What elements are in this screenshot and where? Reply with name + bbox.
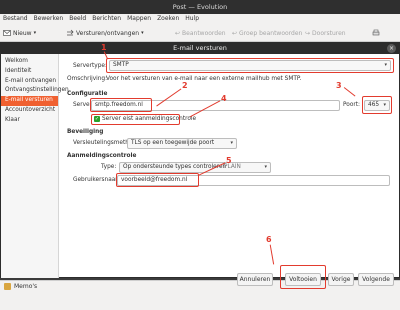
menu-search[interactable]: Zoeken [157,14,179,24]
auth-required-checkbox[interactable]: ✓ [94,116,100,122]
sidebar-item-receiving-options[interactable]: Ontvangstinstellingen [1,86,69,96]
memos-item[interactable]: Memo's [4,283,37,290]
dialog-content: Servertype: SMTP ▾ Omschrijving: Voor he… [63,43,397,289]
menu-folders[interactable]: Mappen [127,14,151,24]
chevron-down-icon: ▾ [383,102,386,108]
forward-button[interactable]: ↪ Doorsturen [305,27,346,39]
port-value: 465 [368,102,380,108]
memos-label: Memo's [14,283,38,290]
memo-icon [4,283,11,290]
description-label: Omschrijving: [67,76,108,82]
chevron-down-icon: ▾ [230,140,233,146]
chevron-down-icon: ▾ [33,30,37,36]
auth-type-select[interactable]: Op ondersteunde types controleren PLAIN … [119,162,271,173]
sidebar-item-summary[interactable]: Accountoverzicht [1,106,58,116]
send-receive-label: Versturen/ontvangen [76,29,140,37]
menu-edit[interactable]: Bewerken [34,14,64,24]
chevron-down-icon: ▾ [384,62,387,68]
print-button[interactable] [372,27,380,39]
encryption-select[interactable]: TLS op een toegewijde poort ▾ [127,138,237,149]
next-button[interactable]: Volgende [358,273,394,286]
annotation-number-5: 5 [226,156,232,165]
send-mail-dialog: E-mail versturen × Welkom Identiteit E-m… [0,42,400,289]
sidebar-item-done[interactable]: Klaar [1,116,58,126]
annotation-number-2: 2 [182,81,188,90]
print-icon [372,29,380,36]
port-label: Poort: [343,102,360,108]
new-button-label: Nieuw [13,29,32,37]
sidebar-item-identity[interactable]: Identiteit [1,67,58,77]
port-combo[interactable]: 465 ▾ [364,100,390,111]
new-button[interactable]: Nieuw ▾ [3,27,36,39]
chevron-down-icon: ▾ [141,30,144,36]
menu-help[interactable]: Hulp [185,14,199,24]
server-value: smtp.freedom.nl [95,102,143,108]
auth-type-value: Op ondersteunde types controleren [123,164,227,170]
server-type-select[interactable]: SMTP ▾ [109,60,391,71]
username-label: Gebruikersnaam: [73,177,123,183]
sidebar-item-welcome[interactable]: Welkom [1,57,58,67]
authentication-heading: Aanmeldingscontrole [67,153,137,159]
dialog-title: E-mail versturen [1,43,399,54]
cancel-button[interactable]: Annuleren [237,273,273,286]
annotation-number-3: 3 [336,81,342,90]
menu-messages[interactable]: Berichten [92,14,121,24]
reply-icon: ↩ [175,29,181,37]
reply-all-icon: ↩ [232,29,238,37]
auth-required-label: Server eist aanmeldingscontrole [102,116,197,122]
previous-button[interactable]: Vorige [328,273,354,286]
new-mail-icon [3,30,11,36]
forward-icon: ↪ [305,29,311,37]
description-text: Voor het versturen van e-mail naar een e… [106,76,302,82]
menu-file[interactable]: Bestand [3,14,28,24]
chevron-down-icon: ▾ [264,164,267,170]
encryption-value: TLS op een toegewijde poort [131,140,215,146]
annotation-line-3 [343,87,356,97]
send-receive-icon [67,29,74,36]
configuration-heading: Configuratie [67,91,108,97]
reply-group-label: Groep beantwoorden [239,29,303,37]
close-icon[interactable]: × [387,44,396,53]
reply-group-button[interactable]: ↩ Groep beantwoorden [232,27,302,39]
security-heading: Beveiliging [67,129,104,135]
annotation-number-6: 6 [266,235,272,244]
menu-bar: Bestand Bewerken Beeld Berichten Mappen … [0,14,400,24]
menu-view[interactable]: Beeld [69,14,86,24]
sidebar-item-sending[interactable]: E-mail versturen [1,96,58,106]
server-type-label: Servertype: [73,63,107,69]
send-receive-button[interactable]: Versturen/ontvangen ▾ [66,27,144,39]
finish-button[interactable]: Voltooien [285,273,321,286]
username-value: voorbeeld@freedom.nl [121,177,188,183]
annotation-number-4: 4 [221,94,227,103]
sidebar-item-receiving[interactable]: E-mail ontvangen [1,77,58,87]
server-input[interactable]: smtp.freedom.nl [91,100,340,111]
toolbar: Nieuw ▾ Versturen/ontvangen ▾ ↩ Beantwoo… [0,24,400,42]
reply-label: Beantwoorden [182,29,226,37]
server-type-value: SMTP [113,62,129,68]
reply-button[interactable]: ↩ Beantwoorden [175,27,226,39]
type-label: Type: [101,164,117,170]
window-title: Post — Evolution [0,0,400,14]
username-input[interactable]: voorbeeld@freedom.nl [117,175,390,186]
forward-label: Doorsturen [312,29,346,37]
assistant-sidebar: Welkom Identiteit E-mail ontvangen Ontva… [1,54,69,278]
annotation-line-6 [269,244,275,265]
annotation-number-1: 1 [101,43,107,52]
